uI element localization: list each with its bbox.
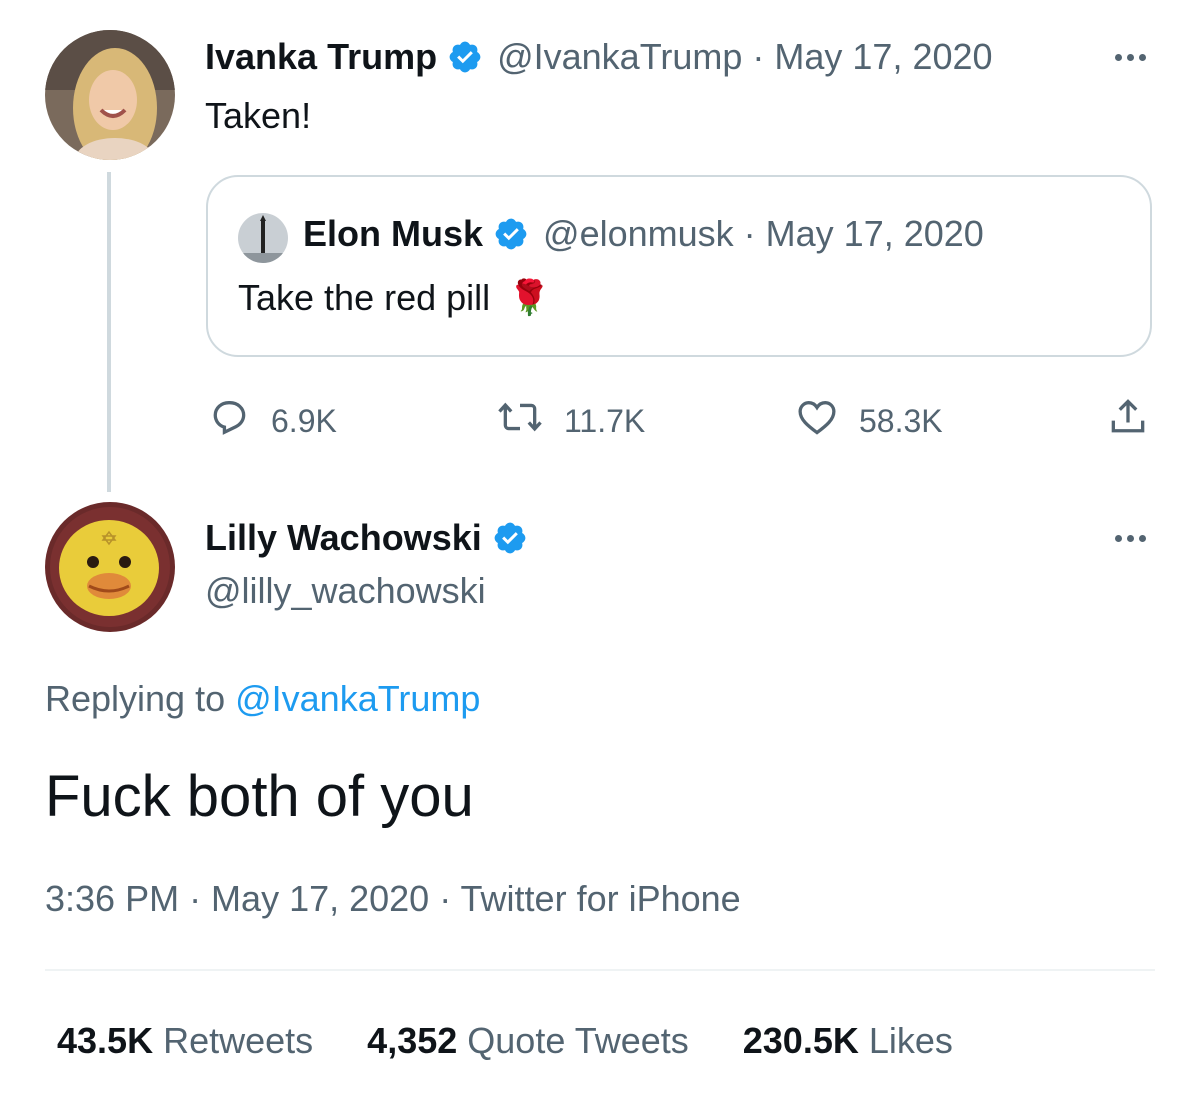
divider [45, 969, 1155, 971]
like-button[interactable]: 58.3K [795, 395, 943, 447]
quote-tweets-stat[interactable]: 4,352 Quote Tweets [367, 1020, 689, 1062]
reply-author-handle[interactable]: @lilly_wachowski [205, 570, 486, 612]
like-icon [795, 395, 839, 447]
quote-tweets-count: 4,352 [367, 1020, 458, 1061]
avatar-ivanka[interactable] [45, 30, 175, 160]
like-count: 58.3K [859, 402, 943, 439]
verified-badge-icon [493, 216, 529, 252]
tweet-date[interactable]: May 17, 2020 [774, 36, 992, 78]
retweets-count: 43.5K [57, 1020, 154, 1061]
quoted-author-name[interactable]: Elon Musk [303, 213, 483, 255]
author-name[interactable]: Ivanka Trump [205, 36, 437, 78]
likes-stat[interactable]: 230.5K Likes [743, 1020, 953, 1062]
replying-to-label: Replying to [45, 678, 236, 719]
retweet-icon [496, 395, 544, 447]
author-handle[interactable]: @IvankaTrump [497, 36, 742, 78]
likes-label: Likes [868, 1020, 953, 1061]
share-icon[interactable] [1106, 395, 1150, 444]
retweet-count: 11.7K [564, 402, 646, 439]
retweets-stat[interactable]: 43.5K Retweets [57, 1020, 313, 1062]
replying-to-link[interactable]: @IvankaTrump [235, 678, 480, 720]
separator: · [752, 36, 765, 77]
quoted-tweet-card[interactable] [206, 175, 1152, 357]
verified-badge-icon [492, 520, 528, 556]
quoted-tweet-text: Take the red pill [238, 277, 491, 318]
retweets-label: Retweets [163, 1020, 314, 1061]
separator: · [743, 213, 756, 254]
retweet-button[interactable]: 11.7K [496, 395, 645, 447]
quoted-tweet-date[interactable]: May 17, 2020 [766, 213, 984, 255]
reply-text: Fuck both of you [45, 764, 474, 829]
reply-icon [207, 395, 251, 447]
more-icon[interactable] [1115, 54, 1146, 61]
tweet-meta[interactable]: 3:36 PM · May 17, 2020 · Twitter for iPh… [45, 878, 741, 920]
reply-button[interactable]: 6.9K [207, 395, 337, 447]
more-icon[interactable] [1115, 535, 1146, 542]
reply-author-name[interactable]: Lilly Wachowski [205, 517, 482, 559]
reply-count: 6.9K [271, 402, 337, 439]
verified-badge-icon [447, 39, 483, 75]
avatar-lilly[interactable] [45, 502, 175, 632]
rose-emoji: 🌹 [508, 279, 551, 317]
thread-line [107, 172, 111, 492]
tweet-text: Taken! [205, 95, 312, 136]
likes-count: 230.5K [742, 1020, 859, 1061]
quoted-author-handle[interactable]: @elonmusk [543, 213, 734, 255]
avatar-elon[interactable] [238, 213, 288, 263]
quote-tweets-label: Quote Tweets [467, 1020, 689, 1061]
